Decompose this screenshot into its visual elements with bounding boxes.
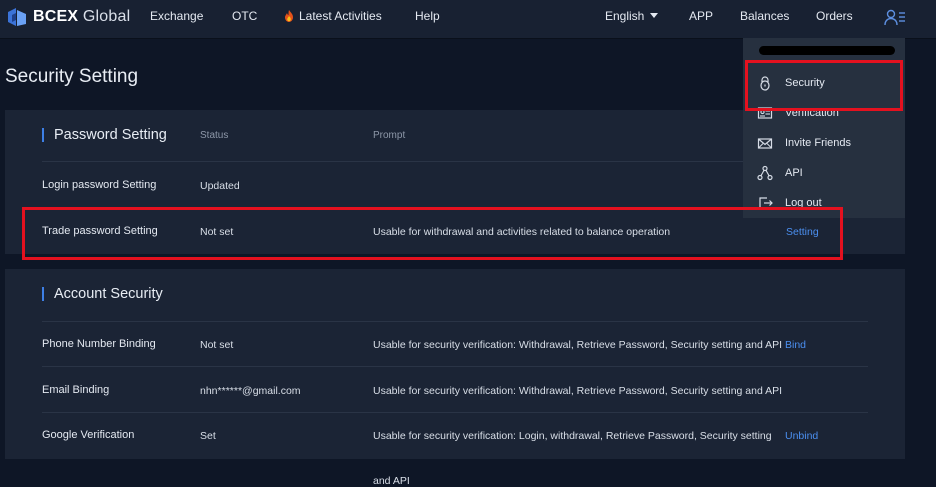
google-verification-status: Set bbox=[200, 430, 216, 442]
google-unbind-link[interactable]: Unbind bbox=[785, 430, 818, 442]
phone-binding-label: Phone Number Binding bbox=[42, 338, 156, 350]
nav-exchange[interactable]: Exchange bbox=[150, 9, 203, 23]
dropdown-item-invite-friends-label: Invite Friends bbox=[785, 137, 852, 149]
account-section-title: Account Security bbox=[42, 287, 163, 301]
phone-bind-link[interactable]: Bind bbox=[785, 339, 806, 351]
password-section-title: Password Setting bbox=[42, 128, 167, 142]
email-binding-prompt: Usable for security verification: Withdr… bbox=[373, 385, 783, 397]
nav-help[interactable]: Help bbox=[415, 9, 440, 23]
language-label: English bbox=[605, 9, 645, 23]
redacted-account-name bbox=[759, 46, 895, 55]
phone-binding-status: Not set bbox=[200, 339, 234, 351]
trade-password-setting-link[interactable]: Setting bbox=[786, 226, 819, 238]
prompt-column-header: Prompt bbox=[373, 130, 406, 141]
trade-password-status: Not set bbox=[200, 226, 234, 238]
user-menu-icon[interactable] bbox=[884, 8, 906, 26]
google-verification-prompt: Usable for security verification: Login,… bbox=[373, 430, 772, 442]
status-column-header: Status bbox=[200, 130, 229, 141]
dropdown-item-logout-label: Log out bbox=[785, 197, 822, 209]
language-selector[interactable]: English bbox=[605, 9, 659, 23]
google-verification-prompt-continued: and API bbox=[373, 475, 410, 487]
nav-balances[interactable]: Balances bbox=[740, 9, 789, 23]
logout-icon bbox=[759, 197, 773, 209]
user-dropdown-menu: Security Verification Invite Friends API… bbox=[743, 38, 905, 218]
lock-icon bbox=[760, 76, 770, 91]
dropdown-item-api-label: API bbox=[785, 167, 803, 179]
id-card-icon bbox=[757, 107, 773, 119]
row-divider bbox=[42, 321, 868, 322]
login-password-status: Updated bbox=[200, 180, 240, 192]
caret-down-icon bbox=[650, 13, 659, 18]
account-security-panel: Account Security Phone Number Binding No… bbox=[5, 269, 905, 459]
dropdown-item-invite-friends[interactable]: Invite Friends bbox=[757, 135, 851, 151]
row-divider bbox=[42, 366, 868, 367]
dropdown-item-verification[interactable]: Verification bbox=[757, 105, 839, 121]
page-title: Security Setting bbox=[5, 66, 139, 87]
nav-app[interactable]: APP bbox=[689, 9, 713, 23]
phone-binding-prompt: Usable for security verification: Withdr… bbox=[373, 339, 783, 351]
email-binding-status: nhn******@gmail.com bbox=[200, 385, 301, 397]
nav-otc[interactable]: OTC bbox=[232, 9, 257, 23]
brand-logo[interactable]: BCEX Global bbox=[6, 6, 130, 28]
network-icon bbox=[757, 165, 773, 181]
logo-icon bbox=[8, 8, 26, 26]
row-divider bbox=[42, 412, 868, 413]
top-navbar: BCEX Global Exchange OTC Latest Activiti… bbox=[0, 0, 936, 39]
dropdown-item-security-label: Security bbox=[785, 77, 825, 89]
flame-icon bbox=[285, 10, 293, 22]
nav-latest-activities[interactable]: Latest Activities bbox=[284, 9, 382, 23]
login-password-label: Login password Setting bbox=[42, 179, 157, 191]
trade-password-prompt: Usable for withdrawal and activities rel… bbox=[373, 226, 671, 238]
logo-text: BCEX Global bbox=[33, 8, 131, 25]
dropdown-item-api[interactable]: API bbox=[757, 165, 803, 181]
trade-password-label: Trade password Setting bbox=[42, 225, 158, 237]
dropdown-item-logout[interactable]: Log out bbox=[757, 195, 822, 211]
dropdown-item-security[interactable]: Security bbox=[757, 75, 825, 91]
google-verification-label: Google Verification bbox=[42, 429, 135, 441]
envelope-icon bbox=[757, 138, 773, 149]
nav-orders[interactable]: Orders bbox=[816, 9, 853, 23]
email-binding-label: Email Binding bbox=[42, 384, 110, 396]
dropdown-item-verification-label: Verification bbox=[785, 107, 839, 119]
nav-latest-activities-label: Latest Activities bbox=[299, 9, 382, 23]
